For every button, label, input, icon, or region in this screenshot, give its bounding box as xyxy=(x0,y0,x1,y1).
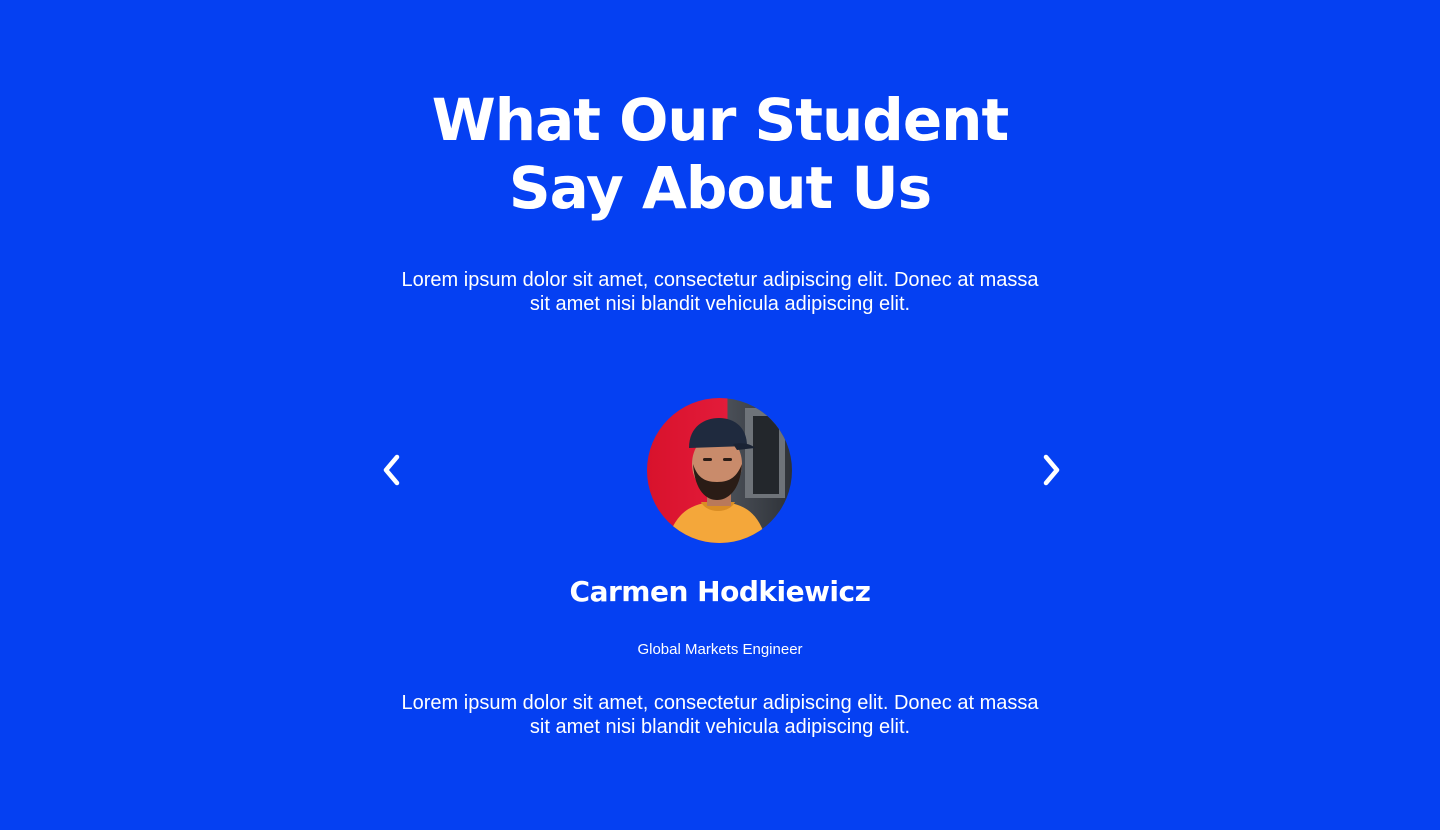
carousel-prev-button[interactable] xyxy=(372,450,412,490)
carousel-next-button[interactable] xyxy=(1031,450,1071,490)
testimonial-quote: Lorem ipsum dolor sit amet, consectetur … xyxy=(401,692,1039,738)
section-title: What Our Student Say About Us xyxy=(0,86,1440,222)
testimonial-name: Carmen Hodkiewicz xyxy=(569,575,871,608)
section-title-line-2: Say About Us xyxy=(508,154,932,222)
chevron-right-icon xyxy=(1043,454,1060,486)
avatar-photo xyxy=(647,398,792,543)
testimonial-role: Global Markets Engineer xyxy=(637,641,803,658)
avatar xyxy=(647,398,792,543)
section-subtitle: Lorem ipsum dolor sit amet, consectetur … xyxy=(401,269,1039,315)
section-title-line-1: What Our Student xyxy=(431,86,1009,154)
chevron-left-icon xyxy=(383,454,400,486)
testimonials-section: What Our Student Say About Us Lorem ipsu… xyxy=(0,0,1440,830)
